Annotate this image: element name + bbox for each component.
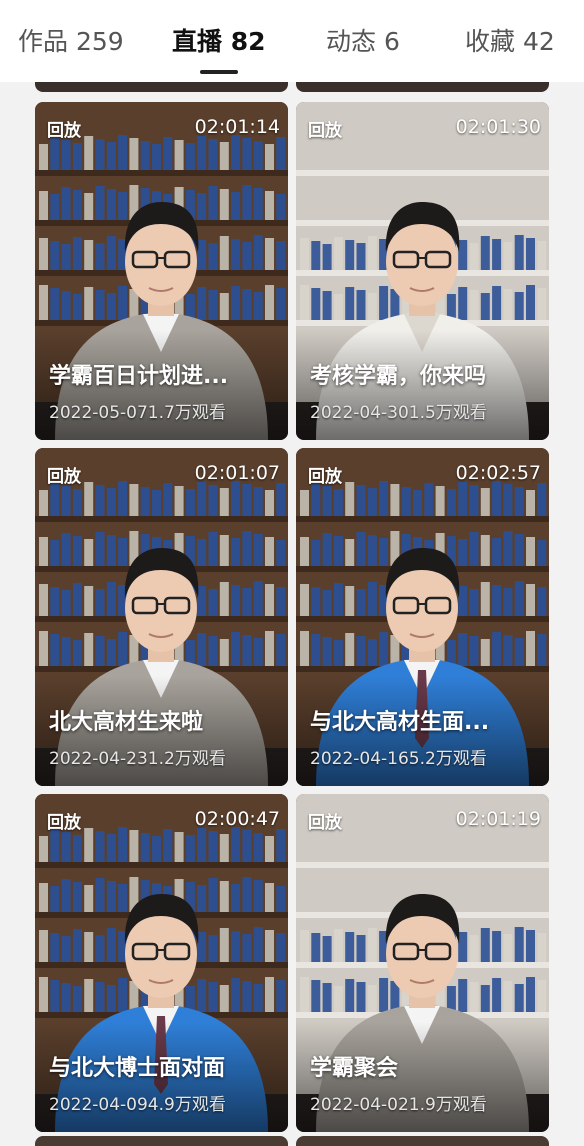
date-views: 2022-04-301.5万观看 <box>310 403 487 423</box>
video-title: 北大高材生来啦 <box>49 710 204 735</box>
duration-label: 02:02:57 <box>455 462 541 484</box>
tab-live[interactable]: 直播 82 <box>172 22 266 58</box>
previous-row-card-right[interactable] <box>296 82 549 92</box>
duration-label: 02:01:19 <box>455 808 541 830</box>
duration-label: 02:01:07 <box>194 462 280 484</box>
duration-label: 02:00:47 <box>194 808 280 830</box>
replay-card[interactable]: 回放 02:02:57 与北大高材生面... 2022-04-165.2万观看 <box>296 448 549 786</box>
tab-updates[interactable]: 动态 6 <box>326 22 400 58</box>
date-views: 2022-04-021.9万观看 <box>310 1095 487 1115</box>
video-title: 与北大高材生面... <box>310 710 490 735</box>
video-title: 与北大博士面对面 <box>49 1056 226 1081</box>
replay-card[interactable]: 回放 02:01:14 学霸百日计划进... 2022-05-071.7万观看 <box>35 102 288 440</box>
replay-badge: 回放 <box>308 467 342 487</box>
video-title: 考核学霸，你来吗 <box>310 364 487 389</box>
active-tab-indicator <box>200 70 238 74</box>
replay-badge: 回放 <box>308 813 342 833</box>
date-views: 2022-05-071.7万观看 <box>49 403 226 423</box>
date-views: 2022-04-165.2万观看 <box>310 749 487 769</box>
replay-badge: 回放 <box>308 121 342 141</box>
duration-label: 02:01:14 <box>194 116 280 138</box>
date-views: 2022-04-231.2万观看 <box>49 749 226 769</box>
tab-favorites[interactable]: 收藏 42 <box>465 22 555 58</box>
date-views: 2022-04-094.9万观看 <box>49 1095 226 1115</box>
replay-badge: 回放 <box>47 121 81 141</box>
replay-badge: 回放 <box>47 467 81 487</box>
duration-label: 02:01:30 <box>455 116 541 138</box>
replay-card[interactable]: 回放 02:01:19 学霸聚会 2022-04-021.9万观看 <box>296 794 549 1132</box>
replay-card[interactable]: 回放 02:00:47 与北大博士面对面 2022-04-094.9万观看 <box>35 794 288 1132</box>
next-row-card-left[interactable] <box>35 1136 288 1146</box>
video-title: 学霸聚会 <box>310 1056 399 1081</box>
video-title: 学霸百日计划进... <box>49 364 229 389</box>
live-replay-grid: 回放 02:01:14 学霸百日计划进... 2022-05-071.7万观看 … <box>0 82 584 1146</box>
replay-card[interactable]: 回放 02:01:30 考核学霸，你来吗 2022-04-301.5万观看 <box>296 102 549 440</box>
previous-row-card-left[interactable] <box>35 82 288 92</box>
tab-bar: 作品 259 直播 82 动态 6 收藏 42 <box>0 0 584 82</box>
next-row-card-right[interactable] <box>296 1136 549 1146</box>
replay-badge: 回放 <box>47 813 81 833</box>
tab-works[interactable]: 作品 259 <box>18 22 124 58</box>
replay-card[interactable]: 回放 02:01:07 北大高材生来啦 2022-04-231.2万观看 <box>35 448 288 786</box>
